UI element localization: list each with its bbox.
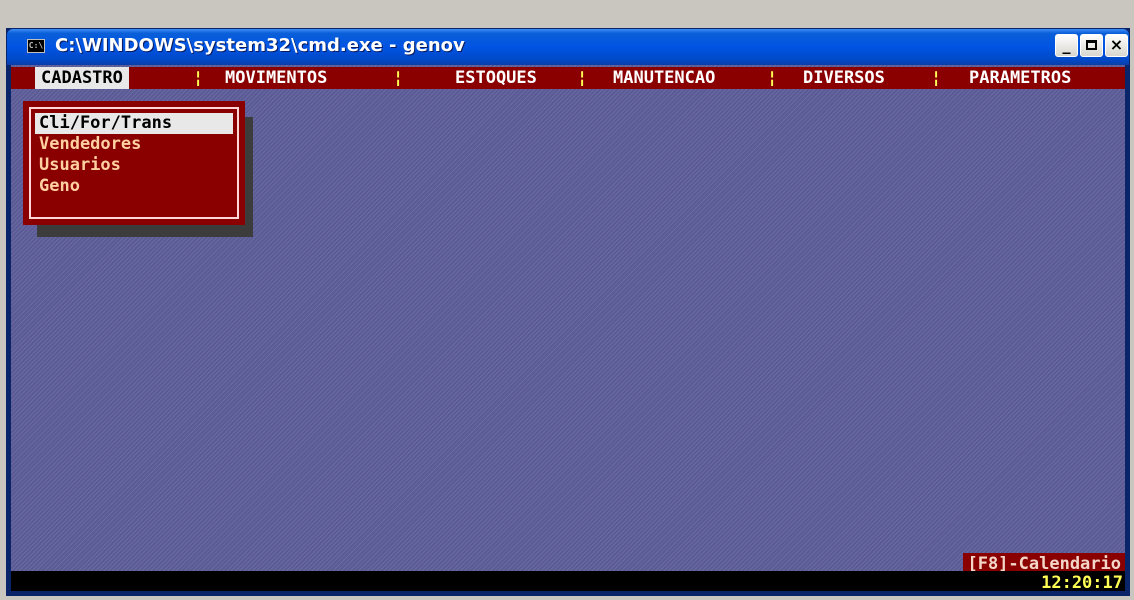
window-title: C:\WINDOWS\system32\cmd.exe - genov	[55, 35, 465, 56]
menu-separator: ¦	[767, 68, 778, 88]
menu-separator: ¦	[193, 68, 204, 88]
menu-movimentos[interactable]: MOVIMENTOS	[219, 67, 333, 89]
dropdown-frame: Cli/For/Trans Vendedores Usuarios Geno	[29, 107, 239, 219]
console-icon[interactable]: C:\	[27, 39, 45, 53]
dropdown-item-vendedores[interactable]: Vendedores	[35, 134, 233, 155]
dropdown-item-usuarios[interactable]: Usuarios	[35, 155, 233, 176]
maximize-icon	[1086, 40, 1097, 50]
menu-separator: ¦	[931, 68, 942, 88]
maximize-button[interactable]	[1080, 34, 1103, 57]
menu-separator: ¦	[393, 68, 404, 88]
clock: 12:20:17	[1041, 573, 1123, 591]
menu-parametros[interactable]: PARAMETROS	[963, 67, 1077, 89]
menu-estoques[interactable]: ESTOQUES	[449, 67, 543, 89]
menu-bar: CADASTRO ¦ MOVIMENTOS ¦ ESTOQUES ¦ MANUT…	[11, 67, 1125, 89]
menu-diversos[interactable]: DIVERSOS	[797, 67, 891, 89]
console-window: C:\ C:\WINDOWS\system32\cmd.exe - genov …	[6, 28, 1130, 596]
dropdown-item-cli-for-trans[interactable]: Cli/For/Trans	[35, 113, 233, 134]
menu-separator: ¦	[577, 68, 588, 88]
close-button[interactable]: ×	[1105, 34, 1128, 57]
menu-cadastro[interactable]: CADASTRO	[35, 67, 129, 89]
title-bar[interactable]: C:\ C:\WINDOWS\system32\cmd.exe - genov …	[7, 29, 1129, 65]
dropdown-item-geno[interactable]: Geno	[35, 176, 233, 197]
menu-manutencao[interactable]: MANUTENCAO	[607, 67, 721, 89]
console-area: CADASTRO ¦ MOVIMENTOS ¦ ESTOQUES ¦ MANUT…	[11, 65, 1125, 591]
cadastro-dropdown: Cli/For/Trans Vendedores Usuarios Geno	[23, 101, 245, 225]
status-bar: 12:20:17	[11, 571, 1125, 591]
minimize-button[interactable]: _	[1055, 34, 1078, 57]
